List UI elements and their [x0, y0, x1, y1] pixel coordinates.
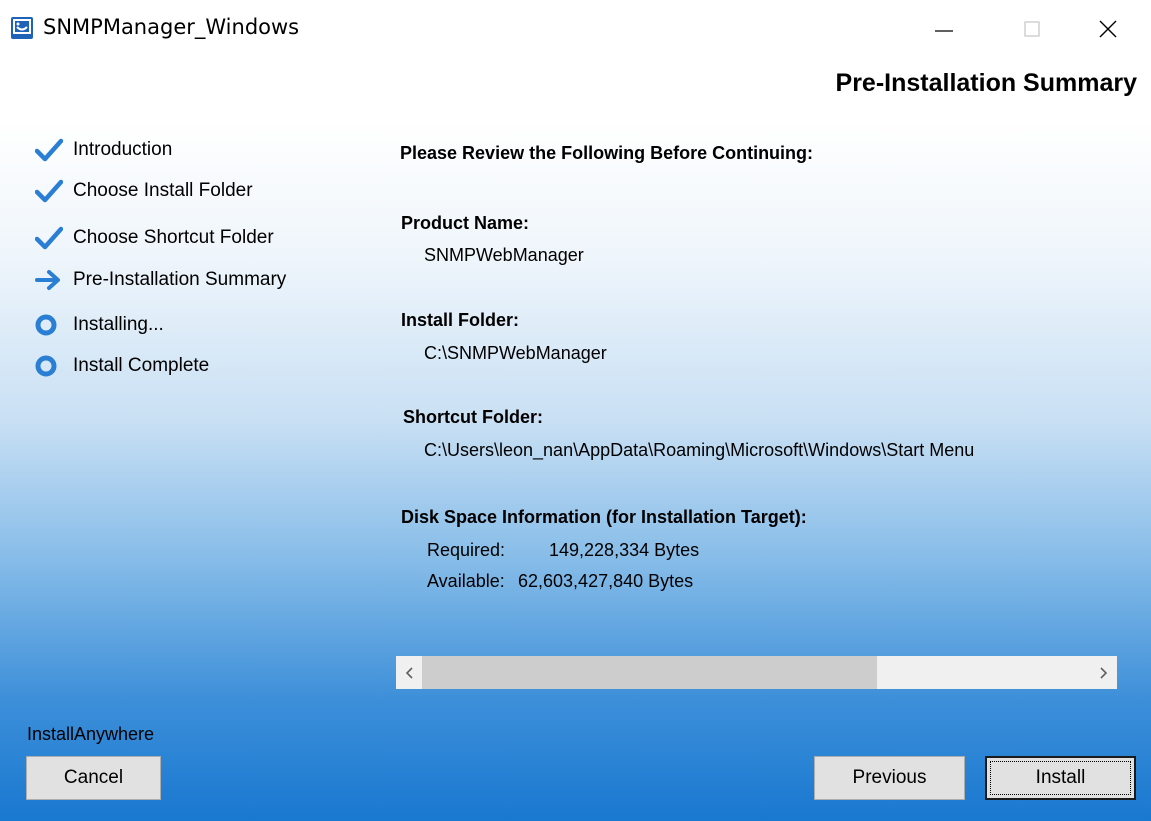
product-name-value: SNMPWebManager	[424, 245, 584, 265]
maximize-button[interactable]	[1004, 0, 1060, 58]
step-label: Introduction	[73, 139, 173, 160]
previous-button[interactable]: Previous	[814, 756, 965, 800]
available-value: 62,603,427,840 Bytes	[518, 571, 694, 591]
shortcut-folder-value: C:\Users\leon_nan\AppData\Roaming\Micros…	[424, 440, 975, 460]
step-choose-shortcut-folder: Choose Shortcut Folder	[35, 222, 355, 254]
minimize-button[interactable]	[916, 0, 972, 58]
checkmark-icon	[35, 224, 65, 252]
window-title: SNMPManager_Windows	[43, 15, 300, 39]
scroll-right-button[interactable]	[1091, 656, 1117, 689]
step-label: Choose Install Folder	[73, 180, 253, 201]
required-label: Required:	[427, 540, 506, 560]
shortcut-folder-label: Shortcut Folder:	[403, 407, 543, 427]
install-folder-value: C:\SNMPWebManager	[424, 343, 607, 363]
cancel-button[interactable]: Cancel	[26, 756, 161, 800]
installer-window: SNMPManager_Windows Pre-Installation Sum…	[0, 0, 1151, 821]
circle-icon	[35, 352, 65, 380]
summary-heading: Please Review the Following Before Conti…	[400, 143, 814, 163]
close-button[interactable]	[1080, 0, 1136, 58]
step-installing: Installing...	[35, 309, 355, 341]
install-button-label: Install	[1035, 767, 1086, 788]
maximize-icon	[1024, 21, 1040, 37]
step-label: Pre-Installation Summary	[73, 269, 287, 290]
available-label: Available:	[427, 571, 505, 591]
step-choose-install-folder: Choose Install Folder	[35, 175, 355, 207]
minimize-icon	[935, 30, 953, 32]
circle-icon	[35, 311, 65, 339]
horizontal-scrollbar[interactable]	[396, 656, 1117, 689]
cancel-button-label: Cancel	[63, 767, 124, 788]
step-pre-installation-summary: Pre-Installation Summary	[35, 264, 355, 296]
step-label: Choose Shortcut Folder	[73, 227, 274, 248]
chevron-right-icon	[1100, 666, 1108, 679]
scroll-thumb[interactable]	[422, 656, 877, 689]
checkmark-icon	[35, 177, 65, 205]
title-bar: SNMPManager_Windows	[0, 0, 1151, 58]
step-introduction: Introduction	[35, 134, 355, 166]
step-label: Install Complete	[73, 355, 210, 376]
close-icon	[1099, 20, 1117, 38]
required-value: 149,228,334 Bytes	[549, 540, 700, 560]
page-title: Pre-Installation Summary	[835, 69, 1137, 97]
arrow-right-icon	[35, 266, 65, 294]
checkmark-icon	[35, 136, 65, 164]
install-button[interactable]: Install	[985, 756, 1136, 800]
chevron-left-icon	[405, 666, 413, 679]
installer-brand: InstallAnywhere	[27, 724, 155, 744]
step-label: Installing...	[73, 314, 164, 335]
summary-panel: Please Review the Following Before Conti…	[400, 130, 1120, 650]
step-install-complete: Install Complete	[35, 350, 355, 382]
install-folder-label: Install Folder:	[401, 310, 520, 330]
previous-button-label: Previous	[852, 767, 927, 788]
product-name-label: Product Name:	[401, 213, 530, 233]
app-icon	[11, 17, 33, 39]
scroll-left-button[interactable]	[396, 656, 422, 689]
disk-space-label: Disk Space Information (for Installation…	[401, 507, 807, 527]
